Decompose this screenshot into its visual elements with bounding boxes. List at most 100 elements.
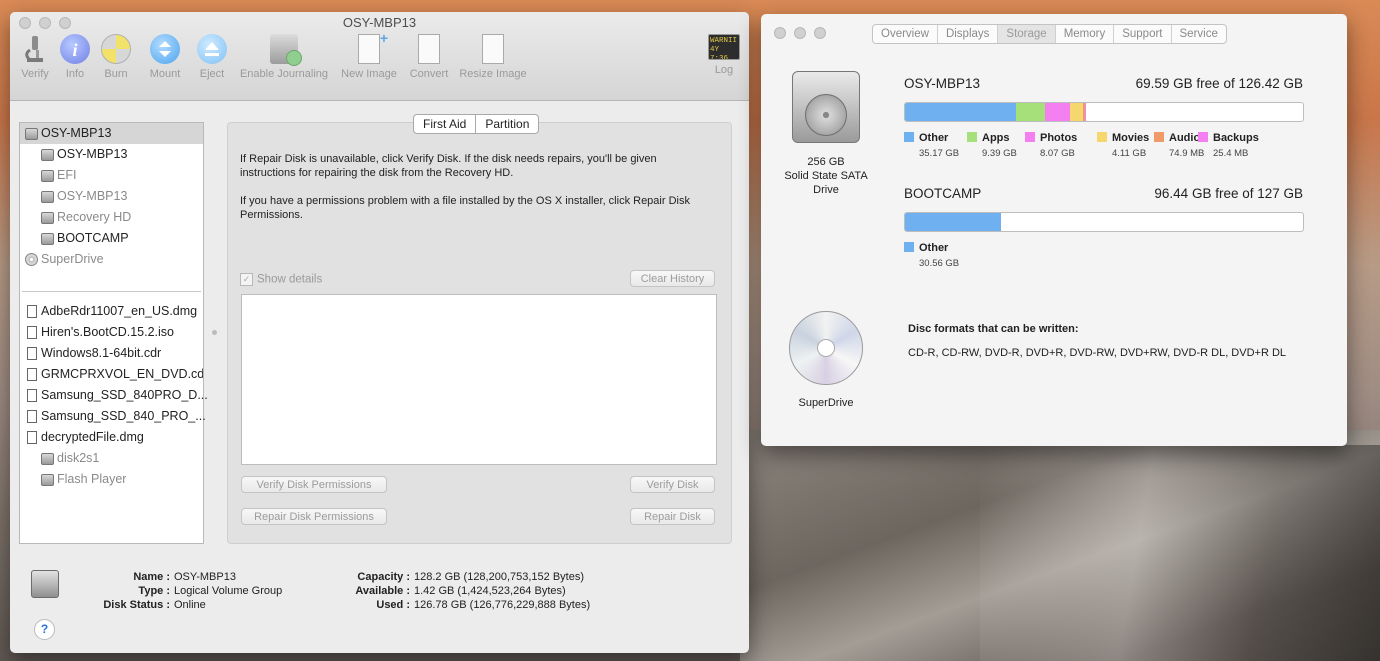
toolbar-label: Resize Image (459, 68, 527, 80)
legend-item-apps: Apps 9.39 GB (967, 132, 1017, 159)
verify-button[interactable]: Verify (18, 34, 52, 80)
storage-bar-segment-apps (1016, 103, 1045, 121)
tab-first-aid[interactable]: First Aid (414, 115, 477, 133)
used-value: 126.78 GB (126,776,229,888 Bytes) (414, 599, 591, 611)
sidebar-item-flash-player[interactable]: Flash Player (41, 469, 126, 490)
hard-disk-icon (31, 570, 59, 598)
device-sidebar[interactable]: OSY-MBP13 OSY-MBP13 EFI OSY-MBP13 Recove… (19, 122, 208, 544)
eject-button[interactable]: Eject (196, 34, 228, 80)
legend-swatch (1025, 132, 1035, 142)
sidebar-item-osy-mbp13-volume[interactable]: OSY-MBP13 (41, 186, 127, 207)
log-icon-text: WARNII (710, 37, 738, 45)
info-icon: i (60, 34, 90, 64)
verify-disk-permissions-button[interactable]: Verify Disk Permissions (241, 476, 387, 493)
sidebar-item-image[interactable]: decryptedFile.dmg (27, 427, 144, 448)
legend-size: 35.17 GB (919, 148, 960, 159)
verify-disk-button[interactable]: Verify Disk (630, 476, 715, 493)
sidebar-divider (22, 291, 201, 292)
legend-label: Apps (982, 132, 1010, 144)
sidebar-item-label: disk2s1 (57, 451, 100, 465)
repair-disk-button[interactable]: Repair Disk (630, 508, 715, 525)
convert-button[interactable]: Convert (406, 34, 452, 80)
mount-button[interactable]: Mount (146, 34, 184, 80)
volume-name: BOOTCAMP (904, 186, 982, 201)
disk-image-file-icon (27, 410, 37, 424)
hard-disk-icon (41, 169, 54, 182)
tab-bar: Overview Displays Storage Memory Support… (872, 24, 1227, 44)
close-button[interactable] (774, 27, 786, 39)
sidebar-item-osy-mbp13[interactable]: OSY-MBP13 (41, 144, 127, 165)
hard-disk-icon (41, 232, 54, 245)
sidebar-item-label: AdbeRdr11007_en_US.dmg (41, 304, 198, 318)
legend-item-photos: Photos 8.07 GB (1025, 132, 1077, 159)
sidebar-item-label: BOOTCAMP (57, 231, 129, 245)
sidebar-item-image[interactable]: GRMCPRXVOL_EN_DVD.cdr (27, 364, 203, 385)
legend-size: 30.56 GB (919, 258, 960, 269)
optical-disc-icon (789, 311, 863, 385)
details-log-area (241, 294, 717, 465)
sidebar-item-bootcamp[interactable]: BOOTCAMP (41, 228, 129, 249)
storage-usage-bar (904, 212, 1304, 232)
legend-swatch (1198, 132, 1208, 142)
clear-history-button[interactable]: Clear History (630, 270, 715, 287)
legend-size: 25.4 MB (1213, 148, 1249, 159)
sidebar-item-disk2s1[interactable]: disk2s1 (41, 448, 99, 469)
toolbar-label: Mount (149, 68, 181, 80)
available-label: Available : (355, 585, 410, 597)
sidebar-item-image[interactable]: Samsung_SSD_840_PRO_... (27, 406, 206, 427)
repair-disk-permissions-button[interactable]: Repair Disk Permissions (241, 508, 387, 525)
storage-bar-segment-other (905, 213, 1001, 231)
eject-icon (197, 34, 227, 64)
legend-item-other: Other 30.56 GB (904, 242, 959, 269)
tab-storage[interactable]: Storage (998, 25, 1056, 43)
drive-capacity-caption: 256 GB (807, 156, 845, 168)
tab-overview[interactable]: Overview (873, 25, 938, 43)
new-image-button[interactable]: + New Image (338, 30, 400, 80)
sidebar-item-label: decryptedFile.dmg (41, 430, 144, 444)
show-details-checkbox[interactable]: ✓ Show details (240, 273, 322, 286)
disk-status-label: Disk Status : (103, 599, 170, 611)
log-icon: WARNII 4Y 7:36 (708, 34, 740, 60)
enable-journaling-button[interactable]: Enable Journaling (236, 34, 332, 80)
type-label: Type : (138, 585, 170, 597)
minimize-button[interactable] (794, 27, 806, 39)
legend-size: 9.39 GB (982, 148, 1017, 159)
tab-service[interactable]: Service (1172, 25, 1226, 43)
sidebar-item-osy-mbp13-group[interactable]: OSY-MBP13 (20, 123, 203, 144)
sidebar-item-image[interactable]: AdbeRdr11007_en_US.dmg (27, 301, 197, 322)
log-button[interactable]: WARNII 4Y 7:36 Log (707, 34, 741, 76)
sidebar-item-efi[interactable]: EFI (41, 165, 76, 186)
disk-image-file-icon (27, 389, 37, 403)
toolbar-label: Enable Journaling (239, 68, 329, 80)
zoom-button[interactable] (814, 27, 826, 39)
toolbar-label: Log (714, 64, 734, 76)
show-details-label: Show details (257, 273, 323, 286)
legend-label: Movies (1112, 132, 1150, 144)
info-button[interactable]: i Info (60, 34, 90, 80)
about-this-mac-window: Overview Displays Storage Memory Support… (761, 14, 1347, 446)
resize-image-button[interactable]: Resize Image (456, 34, 530, 80)
tab-partition[interactable]: Partition (476, 115, 538, 133)
storage-bar-segment-movies (1070, 103, 1083, 121)
help-button[interactable]: ? (34, 619, 55, 640)
new-image-icon: + (358, 30, 388, 64)
legend-label: Other (919, 242, 949, 254)
hard-disk-icon (41, 148, 54, 161)
sidebar-item-image[interactable]: Windows8.1-64bit.cdr (27, 343, 161, 364)
type-value: Logical Volume Group (174, 585, 283, 597)
burn-button[interactable]: Burn (100, 34, 132, 80)
sidebar-item-image[interactable]: Samsung_SSD_840PRO_D... (27, 385, 208, 406)
checkmark-badge-icon (286, 50, 302, 66)
storage-bar-segment-photos (1045, 103, 1070, 121)
tab-memory[interactable]: Memory (1056, 25, 1115, 43)
sidebar-item-recovery-hd[interactable]: Recovery HD (41, 207, 131, 228)
sidebar-item-image[interactable]: Hiren's.BootCD.15.2.iso (27, 322, 174, 343)
disc-formats-title: Disc formats that can be written: (908, 323, 1079, 335)
disk-image-file-icon (27, 431, 37, 445)
splitter-handle[interactable] (212, 330, 217, 335)
tab-support[interactable]: Support (1114, 25, 1172, 43)
mount-icon (150, 34, 180, 64)
sidebar-item-label: Recovery HD (57, 210, 132, 224)
sidebar-item-superdrive[interactable]: SuperDrive (25, 249, 104, 270)
tab-displays[interactable]: Displays (938, 25, 999, 43)
